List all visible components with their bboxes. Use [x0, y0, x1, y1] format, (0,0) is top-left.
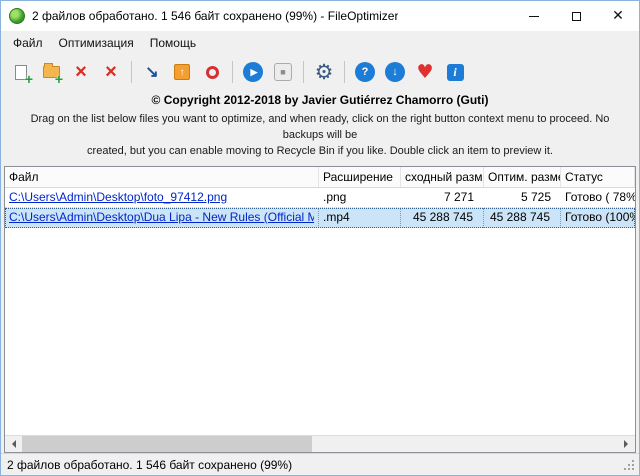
info-icon: i [447, 64, 464, 81]
pack-icon: ↑ [174, 64, 190, 80]
toolbar-separator [303, 61, 304, 83]
minimize-button[interactable] [513, 1, 555, 31]
extension-cell: .png [319, 188, 401, 207]
fileoptimizer-window: 2 файлов обработано. 1 546 байт сохранен… [0, 0, 640, 476]
menu-file[interactable]: Файл [5, 33, 51, 53]
play-icon: ▶ [243, 62, 263, 82]
file-path-link[interactable]: C:\Users\Admin\Desktop\Dua Lipa - New Ru… [9, 208, 314, 227]
original-size-cell: 45 288 745 [401, 208, 484, 228]
minimize-icon [529, 16, 539, 17]
copyright-line: © Copyright 2012-2018 by Javier Gutiérre… [1, 93, 639, 107]
maximize-button[interactable] [555, 1, 597, 31]
close-icon: ✕ [612, 8, 624, 24]
add-files-button[interactable]: + [7, 58, 35, 86]
run-button[interactable]: ▶ [239, 58, 267, 86]
table-row-selected[interactable]: C:\Users\Admin\Desktop\Dua Lipa - New Ru… [5, 208, 635, 228]
instructions-line-2: created, but you can enable moving to Re… [17, 144, 623, 160]
remove-entry-button[interactable]: × [67, 58, 95, 86]
optimize-button[interactable]: ↘ [138, 58, 166, 86]
scrollbar-thumb[interactable] [22, 436, 312, 452]
close-button[interactable]: ✕ [597, 1, 639, 31]
status-bar: 2 файлов обработано. 1 546 байт сохранен… [1, 453, 639, 475]
resize-grip[interactable] [624, 460, 635, 471]
menu-optimization[interactable]: Оптимизация [51, 33, 142, 53]
donate-button[interactable]: ♥ [411, 58, 439, 86]
add-folder-button[interactable]: + [37, 58, 65, 86]
add-file-plus-icon: + [25, 73, 33, 85]
help-button[interactable]: ? [351, 58, 379, 86]
optimized-size-cell: 5 725 [484, 188, 561, 207]
original-size-cell: 7 271 [401, 188, 484, 207]
status-cell: Готово ( 78%). [561, 188, 635, 207]
menu-bar: Файл Оптимизация Помощь [1, 31, 639, 54]
toolbar: + + × × ↘ ↑ ▶ ■ ⚙ [1, 54, 639, 90]
column-header-file[interactable]: Файл [5, 167, 319, 187]
window-controls: ✕ [513, 1, 639, 31]
column-header-optimized-size[interactable]: Оптим. размер [484, 167, 561, 187]
window-title: 2 файлов обработано. 1 546 байт сохранен… [32, 9, 398, 23]
remove-all-button[interactable]: × [97, 58, 125, 86]
horizontal-scrollbar[interactable] [5, 435, 635, 452]
remove-icon: × [75, 62, 87, 82]
heart-icon: ♥ [416, 63, 433, 82]
file-list: Файл Расширение сходный размер Оптим. ра… [4, 166, 636, 453]
toolbar-separator [344, 61, 345, 83]
list-header: Файл Расширение сходный размер Оптим. ра… [5, 167, 635, 188]
settings-button[interactable]: ⚙ [310, 58, 338, 86]
help-icon: ? [355, 62, 375, 82]
maximize-icon [572, 12, 581, 21]
table-row[interactable]: C:\Users\Admin\Desktop\foto_97412.png .p… [5, 188, 635, 208]
stop-button[interactable]: ■ [269, 58, 297, 86]
status-cell: Готово (100%) [561, 208, 635, 228]
check-updates-button[interactable]: ↓ [381, 58, 409, 86]
scroll-left-button[interactable] [5, 436, 22, 452]
update-icon: ↓ [385, 62, 405, 82]
title-bar: 2 файлов обработано. 1 546 байт сохранен… [1, 1, 639, 31]
column-header-extension[interactable]: Расширение [319, 167, 401, 187]
scroll-left-icon [8, 440, 16, 448]
power-icon [206, 66, 219, 79]
column-header-original-size[interactable]: сходный размер [401, 167, 484, 187]
app-logo-icon [9, 8, 25, 24]
instructions-line-1: Drag on the list below files you want to… [17, 112, 623, 144]
add-folder-plus-icon: + [55, 73, 63, 85]
shutdown-after-button[interactable] [198, 58, 226, 86]
scroll-right-button[interactable] [618, 436, 635, 452]
column-header-status[interactable]: Статус [561, 167, 635, 187]
about-button[interactable]: i [441, 58, 469, 86]
toolbar-separator [232, 61, 233, 83]
file-path-link[interactable]: C:\Users\Admin\Desktop\foto_97412.png [9, 188, 315, 207]
pack-button[interactable]: ↑ [168, 58, 196, 86]
optimized-size-cell: 45 288 745 [484, 208, 561, 228]
extension-cell: .mp4 [319, 208, 401, 228]
list-empty-area [5, 228, 635, 435]
remove-all-icon: × [105, 62, 117, 82]
optimize-arrow-icon: ↘ [145, 62, 158, 82]
toolbar-separator [131, 61, 132, 83]
status-text: 2 файлов обработано. 1 546 байт сохранен… [7, 458, 292, 472]
scroll-right-icon [624, 440, 632, 448]
instructions-text: Drag on the list below files you want to… [17, 112, 623, 160]
gear-icon: ⚙ [315, 62, 334, 83]
menu-help[interactable]: Помощь [142, 33, 204, 53]
stop-icon: ■ [274, 63, 292, 81]
